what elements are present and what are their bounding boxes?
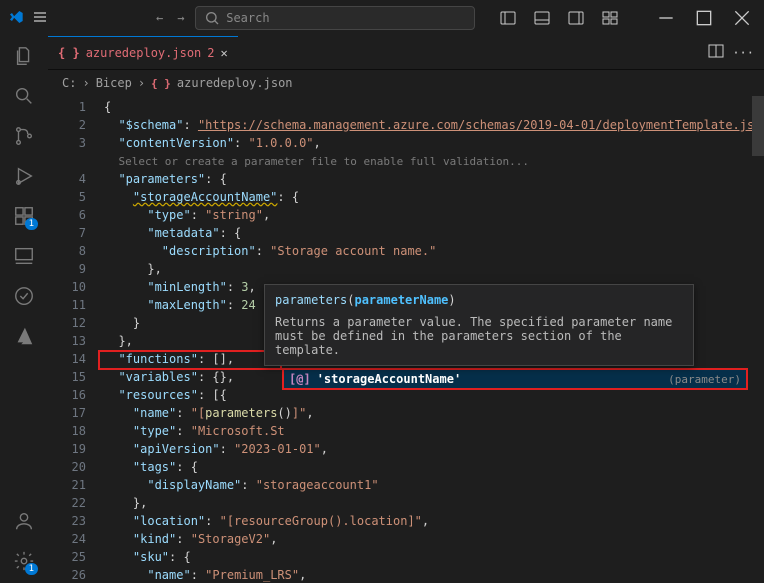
window-close-button[interactable] xyxy=(728,4,756,32)
settings-badge: 1 xyxy=(25,563,38,575)
testing-icon[interactable] xyxy=(12,284,36,308)
line-number-gutter: 1234567891011121314151617181920212223242… xyxy=(48,96,100,583)
json-file-icon: { } xyxy=(58,46,80,60)
menu-icon[interactable] xyxy=(32,9,48,28)
layout-panel-right-icon[interactable] xyxy=(562,4,590,32)
tab-modified-badge: 2 xyxy=(207,46,214,60)
editor-scrollbar[interactable] xyxy=(752,96,764,583)
tab-close-button[interactable]: ✕ xyxy=(221,46,228,60)
extensions-icon[interactable]: 1 xyxy=(12,204,36,228)
run-debug-icon[interactable] xyxy=(12,164,36,188)
source-control-icon[interactable] xyxy=(12,124,36,148)
breadcrumb-root: C: xyxy=(62,76,76,90)
json-file-icon: { } xyxy=(151,77,171,90)
settings-gear-icon[interactable]: 1 xyxy=(12,549,36,573)
highlight-box-intellisense xyxy=(282,368,748,390)
scrollbar-thumb[interactable] xyxy=(752,96,764,156)
nav-forward-button[interactable]: → xyxy=(177,11,184,25)
more-actions-icon[interactable]: ··· xyxy=(732,46,754,60)
explorer-icon[interactable] xyxy=(12,44,36,68)
breadcrumb[interactable]: C: › Bicep › { } azuredeploy.json xyxy=(48,70,764,96)
tab-filename: azuredeploy.json xyxy=(86,46,202,60)
breadcrumb-file: azuredeploy.json xyxy=(177,76,293,90)
remote-icon[interactable] xyxy=(12,244,36,268)
split-editor-icon[interactable] xyxy=(708,43,724,62)
window-maximize-button[interactable] xyxy=(690,4,718,32)
layout-customize-icon[interactable] xyxy=(596,4,624,32)
highlight-box-name-line xyxy=(98,350,282,370)
tooltip-description: Returns a parameter value. The specified… xyxy=(275,315,683,357)
nav-back-button[interactable]: ← xyxy=(156,11,163,25)
window-minimize-button[interactable] xyxy=(652,4,680,32)
breadcrumb-folder: Bicep xyxy=(96,76,132,90)
azure-icon[interactable] xyxy=(12,324,36,348)
code-editor[interactable]: 1234567891011121314151617181920212223242… xyxy=(48,96,764,583)
search-icon[interactable] xyxy=(12,84,36,108)
accounts-icon[interactable] xyxy=(12,509,36,533)
layout-panel-bottom-icon[interactable] xyxy=(528,4,556,32)
extensions-badge: 1 xyxy=(25,218,38,230)
vscode-logo-icon xyxy=(8,9,24,28)
command-center-search[interactable]: Search xyxy=(195,6,475,30)
layout-panel-left-icon[interactable] xyxy=(494,4,522,32)
search-placeholder: Search xyxy=(226,11,269,25)
editor-tab[interactable]: { } azuredeploy.json 2 ✕ xyxy=(48,36,238,69)
signature-help-tooltip: parameters(parameterName) Returns a para… xyxy=(264,284,694,366)
